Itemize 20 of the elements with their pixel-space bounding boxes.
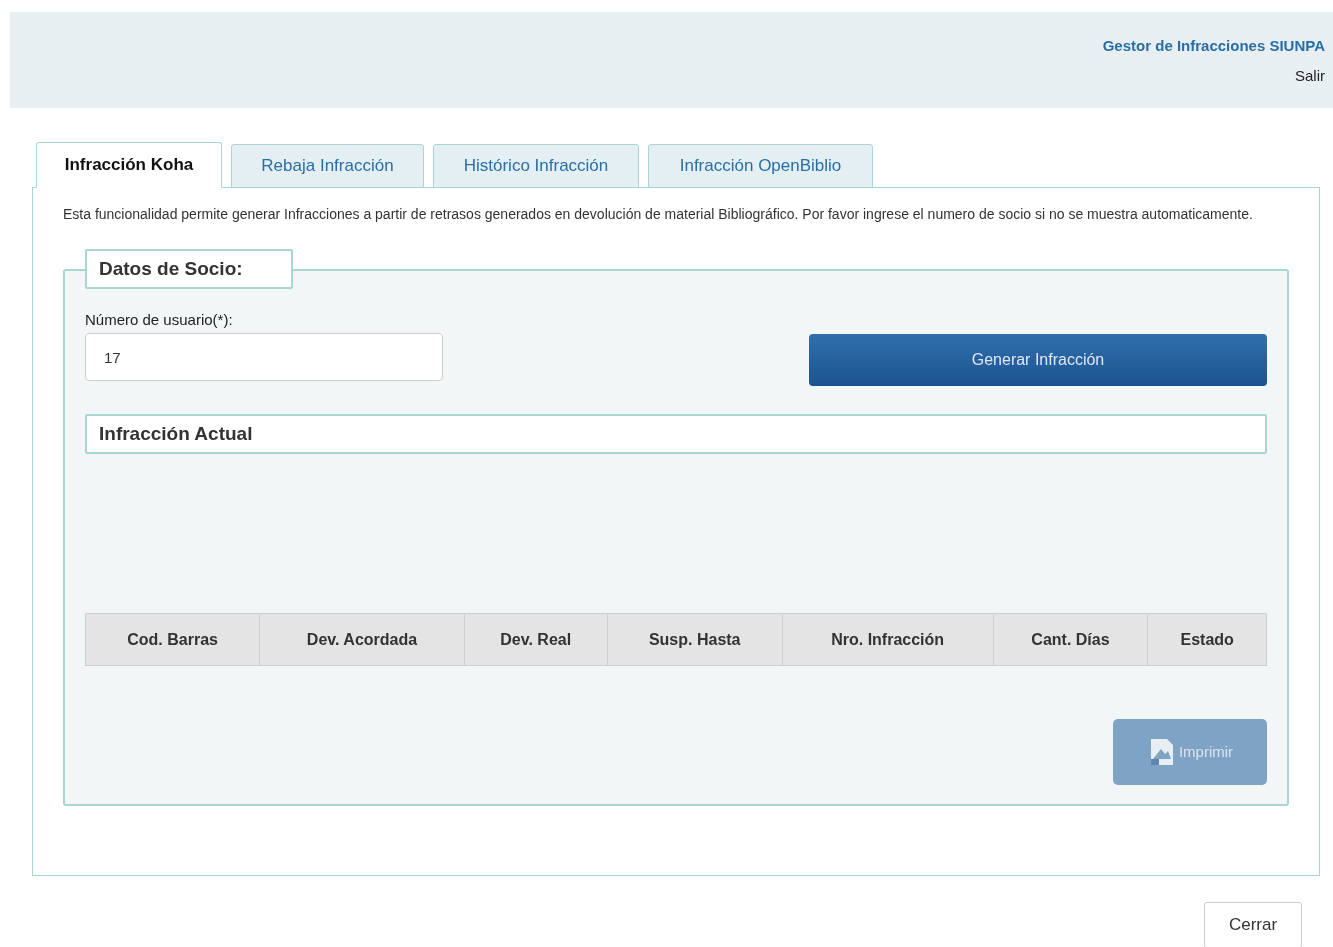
- column-header: Cod. Barras: [85, 613, 260, 666]
- generate-button[interactable]: Generar Infracción: [809, 334, 1267, 386]
- section-legend: Datos de Socio:: [85, 249, 293, 289]
- field-label: Número de usuario(*):: [85, 311, 234, 329]
- column-header: Cant. Días: [993, 613, 1148, 666]
- tab[interactable]: Histórico Infracción: [433, 144, 639, 188]
- tab[interactable]: Infracción Koha: [36, 142, 222, 188]
- column-header: Dev. Real: [464, 613, 608, 666]
- logout-link[interactable]: Salir: [1295, 67, 1325, 85]
- column-header: Nro. Infracción: [782, 613, 993, 666]
- user-number-field[interactable]: 17: [85, 333, 443, 381]
- column-header: Estado: [1147, 613, 1267, 666]
- tab[interactable]: Rebaja Infracción: [231, 144, 424, 188]
- app-title: Gestor de Infracciones SIUNPA: [1102, 37, 1325, 55]
- section-title: Infracción Actual: [85, 414, 1267, 454]
- column-header: Dev. Acordada: [259, 613, 465, 666]
- column-header: Susp. Hasta: [607, 613, 783, 666]
- close-button[interactable]: Cerrar: [1204, 902, 1302, 947]
- description-text: Esta funcionalidad permite generar Infracciones a partir de retrasos generados en devolución de material Bibliográfico. Por favor ingrese el numero de socio si no se muestra automaticamente.: [63, 206, 1254, 223]
- tab[interactable]: Infracción OpenBiblio: [648, 144, 873, 188]
